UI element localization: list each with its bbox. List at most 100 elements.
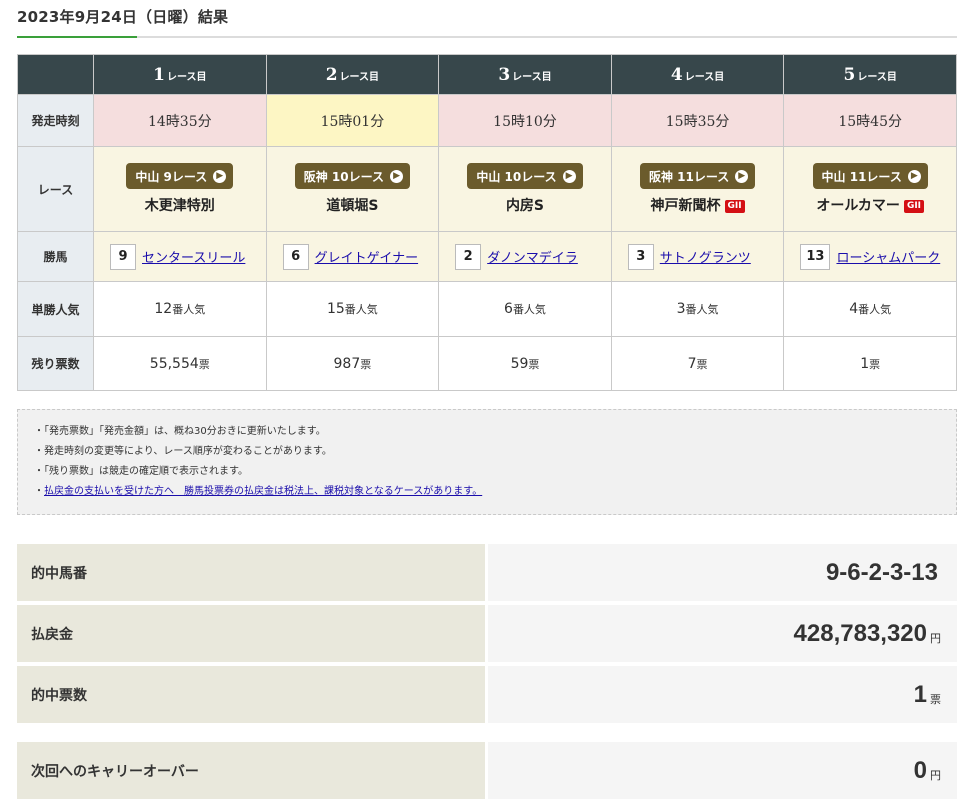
race-name-label: 木更津特別	[144, 198, 215, 214]
popularity-cell: 15番人気	[265, 281, 440, 337]
race-number: 2	[325, 64, 338, 85]
header-corner	[17, 54, 94, 95]
remaining-cell: 7票	[610, 336, 785, 391]
race-name-label: 神戸新聞杯	[650, 198, 721, 214]
popularity-cell: 3番人気	[610, 281, 785, 337]
start-time-cell: 15時45分	[783, 94, 957, 147]
popularity-unit: 番人気	[858, 303, 892, 316]
title-accent-bar	[17, 36, 137, 38]
chevron-right-icon: ▶	[907, 169, 921, 183]
race-suffix: レース目	[512, 71, 552, 83]
race-name: オールカマー GII	[784, 195, 956, 215]
start-time-cell: 14時35分	[93, 94, 267, 147]
remaining-unit: 票	[360, 357, 372, 371]
notes-box: 「発売票数」「発売金額」は、概ね30分おきに更新いたします。 発走時刻の変更等に…	[17, 409, 957, 515]
race-header-row: 1 レース目 2 レース目 3 レース目 4 レース目 5 レース目	[17, 54, 957, 95]
start-time-cell: 15時01分	[265, 94, 440, 147]
result-value-cell: 9-6-2-3-13	[488, 544, 957, 601]
horse-name-link[interactable]: ローシャムパーク	[836, 251, 940, 266]
popularity-value: 4	[849, 301, 859, 317]
title-divider	[17, 36, 957, 38]
chevron-right-icon: ▶	[562, 169, 576, 183]
race-venue-label: 中山 10レース	[476, 169, 557, 184]
popularity-value: 12	[154, 301, 173, 317]
chevron-right-icon: ▶	[213, 169, 227, 183]
race-venue-label: 中山 9レース	[135, 169, 208, 184]
horse-name-link[interactable]: センタースリール	[142, 251, 245, 266]
race-venue-button[interactable]: 阪神 10レース ▶	[294, 163, 411, 189]
page-title: 2023年9月24日（日曜）結果	[17, 8, 229, 26]
row-label-remaining: 残り票数	[17, 336, 94, 391]
race-header: 1 レース目	[93, 54, 267, 95]
remaining-unit: 票	[198, 357, 210, 371]
remaining-tickets-row: 残り票数 55,554票 987票 59票 7票 1票	[17, 336, 957, 391]
horse-name-link[interactable]: サトノグランツ	[660, 251, 751, 266]
race-venue-button[interactable]: 阪神 11レース ▶	[639, 163, 756, 189]
race-table: 1 レース目 2 レース目 3 レース目 4 レース目 5 レース目 発走時刻 14時35…	[17, 54, 957, 391]
tax-notice-link[interactable]: 払戻金の支払いを受けた方へ 勝馬投票券の払戻金は税法上、課税対象となるケースがあ…	[44, 486, 482, 497]
horse-name-link[interactable]: ダノンマデイラ	[487, 251, 578, 266]
horse-number-badge: 3	[627, 243, 654, 270]
result-unit: 円	[930, 631, 941, 645]
result-value-cell: 428,783,320 円	[488, 605, 957, 662]
remaining-value: 987	[333, 355, 361, 372]
race-venue-button[interactable]: 中山 9レース ▶	[126, 163, 234, 189]
start-time-cell: 15時10分	[438, 94, 612, 147]
note-item: 払戻金の支払いを受けた方へ 勝馬投票券の払戻金は税法上、課税対象となるケースがあ…	[34, 482, 940, 502]
popularity-value: 3	[676, 301, 686, 317]
horse-number-badge: 6	[282, 243, 309, 270]
popularity-row: 単勝人気 12番人気 15番人気 6番人気 3番人気 4番人気	[17, 281, 957, 337]
result-value: 1	[913, 680, 927, 708]
race-venue-label: 阪神 11レース	[648, 169, 730, 184]
result-value-cell: 1票	[488, 666, 957, 723]
remaining-unit: 票	[696, 357, 708, 371]
race-suffix: レース目	[684, 71, 725, 83]
start-time-row: 発走時刻 14時35分 15時01分 15時10分 15時35分 15時45分	[17, 94, 957, 147]
result-label: 払戻金	[17, 605, 485, 662]
popularity-unit: 番人気	[512, 303, 546, 316]
race-header: 2 レース目	[265, 54, 440, 95]
remaining-value: 55,554	[149, 355, 199, 372]
race-header: 4 レース目	[610, 54, 785, 95]
winner-row: 勝馬 9 センタースリール 6 グレイトゲイナー 2 ダノンマデイラ 3 サトノグランツ…	[17, 231, 957, 282]
race-cell: 阪神 11レース ▶ 神戸新聞杯 GII	[610, 146, 785, 232]
chevron-right-icon: ▶	[735, 169, 749, 183]
result-unit: 票	[930, 692, 941, 706]
popularity-cell: 4番人気	[783, 281, 957, 337]
race-cell: 中山 11レース ▶ オールカマー GII	[783, 146, 957, 232]
popularity-cell: 6番人気	[438, 281, 612, 337]
result-value: 0	[913, 756, 927, 784]
race-cell: 中山 9レース ▶ 木更津特別	[93, 146, 267, 232]
result-value-cell: 0円	[488, 742, 957, 799]
race-number: 4	[670, 64, 683, 85]
race-suffix: レース目	[857, 71, 897, 83]
winner-cell: 6 グレイトゲイナー	[265, 231, 440, 282]
popularity-unit: 番人気	[685, 303, 719, 316]
remaining-value: 1	[860, 355, 870, 372]
remaining-unit: 票	[528, 357, 540, 371]
winner-cell: 3 サトノグランツ	[610, 231, 785, 282]
horse-name-link[interactable]: グレイトゲイナー	[315, 251, 418, 266]
note-item: 発走時刻の変更等により、レース順序が変わることがあります。	[34, 442, 940, 462]
remaining-value: 7	[687, 355, 697, 372]
race-name-label: オールカマー	[816, 198, 900, 214]
race-venue-label: 中山 11レース	[821, 169, 902, 184]
grade-badge: GII	[903, 200, 925, 213]
result-row-winning-numbers: 的中馬番 9-6-2-3-13	[17, 544, 957, 601]
race-suffix: レース目	[166, 71, 207, 83]
remaining-cell: 987票	[265, 336, 440, 391]
result-label: 的中馬番	[17, 544, 485, 601]
race-name-label: 道頓堀S	[326, 198, 379, 214]
result-value: 428,783,320	[793, 619, 927, 647]
remaining-unit: 票	[869, 357, 881, 371]
popularity-value: 15	[326, 301, 345, 317]
race-number: 5	[843, 64, 856, 85]
race-venue-button[interactable]: 中山 10レース ▶	[467, 163, 583, 189]
race-venue-button[interactable]: 中山 11レース ▶	[812, 163, 928, 189]
race-name: 内房S	[439, 195, 611, 215]
result-row-carryover: 次回へのキャリーオーバー 0円	[17, 742, 957, 799]
race-name: 木更津特別	[94, 195, 266, 215]
result-row-payout: 払戻金 428,783,320 円	[17, 605, 957, 662]
remaining-value: 59	[510, 355, 529, 372]
race-header: 3 レース目	[438, 54, 612, 95]
